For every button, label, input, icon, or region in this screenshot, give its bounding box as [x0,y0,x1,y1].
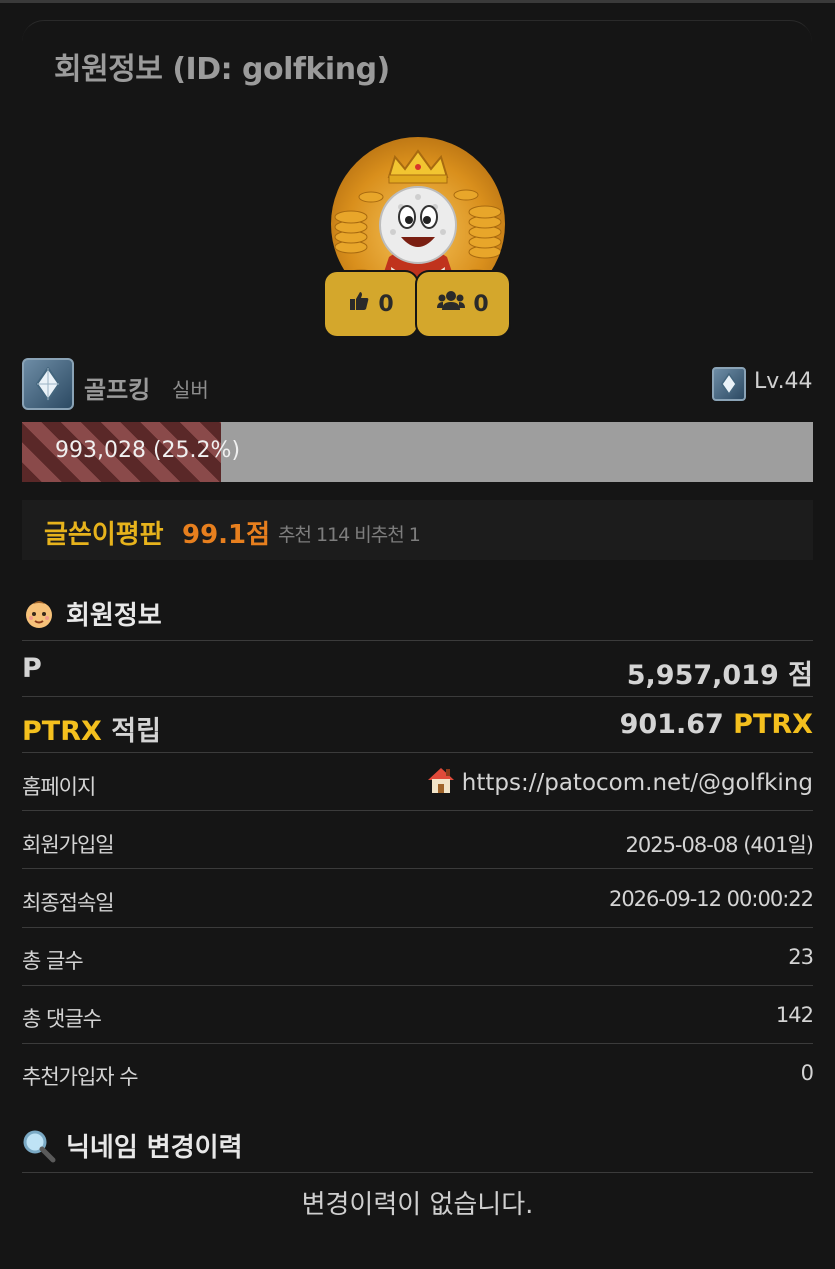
exp-progress-bar: 993,028 (25.2%) [22,422,813,482]
rank-name: 실버 [172,378,209,402]
points-value: 5,957,019 점 [626,660,813,691]
divider [22,1172,813,1173]
homepage-link[interactable]: https://patocom.net/@golfking [426,766,813,800]
divider [22,1043,813,1044]
comment-count-value: 142 [775,1003,814,1027]
thumbs-up-icon [348,290,370,318]
magnifier-icon [22,1129,56,1163]
referral-count-label: 추천가입자 수 [22,1065,139,1089]
reputation-box: 글쓴이평판 99.1점 추천 114 비추천 1 [22,500,813,560]
exp-text: 993,028 (25.2%) [55,438,241,463]
divider [22,640,813,641]
baby-face-icon [22,597,56,631]
followers-button[interactable]: 0 [417,272,509,336]
page-title: 회원정보 (ID: golfking) [54,52,390,87]
username: 골프킹 [84,376,151,404]
homepage-url: https://patocom.net/@golfking [461,770,813,796]
ptrx-unit: PTRX [733,709,813,740]
ptrx-label-accent: PTRX [22,716,102,747]
points-label: P [22,653,42,684]
comment-count-label: 총 댓글수 [22,1007,102,1031]
join-date-value: 2025-08-08 (401일) [625,833,814,857]
divider [22,985,813,986]
member-info-heading: 회원정보 [22,595,162,632]
nickname-history-empty: 변경이력이 없습니다. [301,1190,534,1220]
nickname-history-heading: 닉네임 변경이력 [22,1127,243,1164]
divider [22,927,813,928]
last-login-label: 최종접속일 [22,891,115,915]
ptrx-amount: 901.67 [619,709,734,740]
homepage-label: 홈페이지 [22,775,96,799]
reputation-label: 글쓴이평판 [44,520,164,550]
reputation-detail: 추천 114 비추천 1 [278,524,421,546]
member-info-heading-text: 회원정보 [66,601,162,631]
ptrx-value: 901.67 PTRX [620,709,813,740]
divider [22,696,813,697]
ptrx-label: PTRX 적립 [22,709,161,748]
like-button[interactable]: 0 [325,272,417,336]
reputation-score: 99.1점 [182,520,271,550]
last-login-value: 2026-09-12 00:00:22 [608,887,814,911]
post-count-value: 23 [788,945,814,969]
followers-count: 0 [473,291,489,317]
profile-action-pills: 0 0 [325,272,511,336]
house-icon [426,766,456,800]
users-icon [437,290,466,318]
join-date-label: 회원가입일 [22,833,115,857]
divider [22,752,813,753]
like-count: 0 [378,291,394,317]
rank-diamond-icon [22,358,74,410]
divider [22,810,813,811]
ptrx-label-suffix: 적립 [101,716,161,747]
referral-count-value: 0 [800,1061,814,1085]
post-count-label: 총 글수 [22,949,84,973]
level-diamond-icon [712,367,746,401]
divider [22,868,813,869]
top-border [0,0,835,3]
nickname-history-heading-text: 닉네임 변경이력 [66,1133,243,1163]
level: Lv.44 [754,369,813,394]
